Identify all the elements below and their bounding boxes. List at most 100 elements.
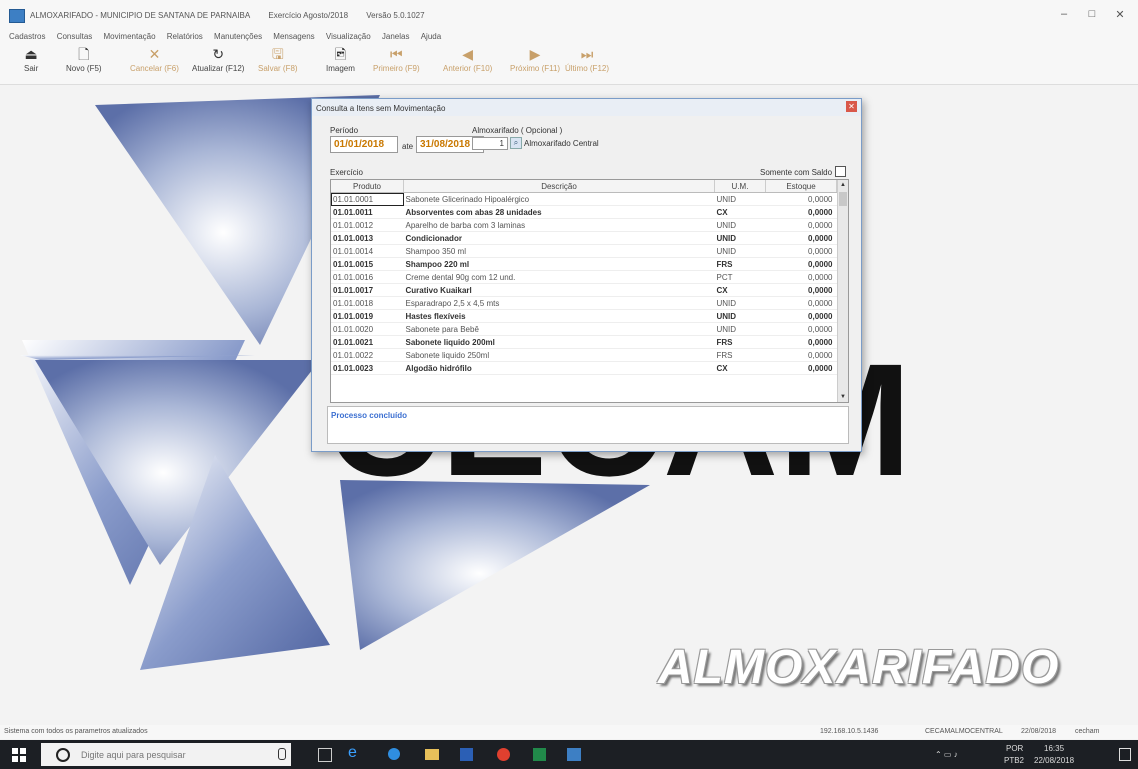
cell-estoque[interactable]: 0,0000	[765, 270, 837, 284]
menu-manutencoes[interactable]: Manutenções	[214, 32, 262, 41]
scroll-up-icon[interactable]: ▲	[838, 180, 848, 190]
cell-estoque[interactable]: 0,0000	[765, 322, 837, 336]
excel-icon[interactable]	[533, 748, 546, 761]
table-row[interactable]: 01.01.0016 Creme dental 90g com 12 und. PC…	[331, 270, 837, 284]
cell-descricao[interactable]: Sabonete liquido 200ml	[403, 335, 715, 349]
table-row[interactable]: 01.01.0013 Condicionador UNID 0,0000	[331, 231, 837, 245]
table-row[interactable]: 01.01.0001 Sabonete Glicerinado Hipoalérg…	[331, 192, 837, 206]
cell-um[interactable]: PCT	[714, 270, 766, 284]
keyboard-indicator[interactable]: PTB2	[1004, 756, 1024, 765]
grid-scrollbar[interactable]: ▲ ▼	[837, 180, 848, 402]
table-row[interactable]: 01.01.0020 Sabonete para Bebê UNID 0,0000	[331, 322, 837, 336]
menu-cadastros[interactable]: Cadastros	[9, 32, 45, 41]
cell-descricao[interactable]: Hastes flexíveis	[403, 309, 715, 323]
cell-descricao[interactable]: Absorventes com abas 28 unidades	[403, 205, 715, 219]
cell-produto[interactable]: 01.01.0011	[331, 205, 404, 219]
cell-descricao[interactable]: Creme dental 90g com 12 und.	[403, 270, 715, 284]
cell-estoque[interactable]: 0,0000	[765, 192, 837, 206]
language-indicator[interactable]: POR	[1006, 744, 1023, 753]
cell-estoque[interactable]: 0,0000	[765, 244, 837, 258]
notifications-icon[interactable]	[1119, 748, 1131, 761]
menu-relatorios[interactable]: Relatórios	[167, 32, 203, 41]
cell-produto[interactable]: 01.01.0023	[331, 361, 404, 375]
chrome-icon[interactable]	[497, 748, 510, 761]
cell-produto[interactable]: 01.01.0001	[331, 192, 404, 206]
cell-um[interactable]: UNID	[714, 218, 766, 232]
menu-ajuda[interactable]: Ajuda	[421, 32, 441, 41]
cell-descricao[interactable]: Sabonete para Bebê	[403, 322, 715, 336]
cell-estoque[interactable]: 0,0000	[765, 361, 837, 375]
cell-descricao[interactable]: Esparadrapo 2,5 x 4,5 mts	[403, 296, 715, 310]
word-icon[interactable]	[460, 748, 473, 761]
almoxarifado-app-icon[interactable]	[567, 748, 581, 761]
taskbar-search[interactable]: Digite aqui para pesquisar	[41, 743, 291, 766]
cell-estoque[interactable]: 0,0000	[765, 218, 837, 232]
table-row[interactable]: 01.01.0017 Curativo Kuaikarl CX 0,0000	[331, 283, 837, 297]
table-row[interactable]: 01.01.0021 Sabonete liquido 200ml FRS 0,000…	[331, 335, 837, 349]
edge-browser-icon[interactable]: e	[348, 744, 357, 762]
exit-button[interactable]: ⏏ Sair	[24, 46, 38, 73]
cell-estoque[interactable]: 0,0000	[765, 283, 837, 297]
cell-produto[interactable]: 01.01.0012	[331, 218, 404, 232]
cell-produto[interactable]: 01.01.0022	[331, 348, 404, 362]
save-button[interactable]: 🖫 Salvar (F8)	[258, 46, 298, 73]
cell-um[interactable]: UNID	[714, 296, 766, 310]
cell-estoque[interactable]: 0,0000	[765, 231, 837, 245]
cell-um[interactable]: FRS	[714, 335, 766, 349]
dialog-close-button[interactable]: ✕	[846, 101, 857, 112]
scroll-down-icon[interactable]: ▼	[838, 392, 848, 402]
cell-um[interactable]: UNID	[714, 309, 766, 323]
tray-icons[interactable]: ⌃ ▭ ♪	[935, 750, 958, 759]
clock-date[interactable]: 22/08/2018	[1034, 756, 1074, 765]
date-from-field[interactable]: 01/01/2018	[330, 136, 398, 153]
cell-descricao[interactable]: Sabonete liquido 250ml	[403, 348, 715, 362]
new-button[interactable]: 🗋 Novo (F5)	[66, 46, 102, 73]
maximize-button[interactable]: □	[1080, 8, 1104, 20]
cancel-button[interactable]: ✕ Cancelar (F6)	[130, 46, 179, 73]
cell-descricao[interactable]: Aparelho de barba com 3 laminas	[403, 218, 715, 232]
cell-um[interactable]: CX	[714, 283, 766, 297]
cell-descricao[interactable]: Curativo Kuaikarl	[403, 283, 715, 297]
cell-produto[interactable]: 01.01.0021	[331, 335, 404, 349]
clock-time[interactable]: 16:35	[1044, 744, 1064, 753]
first-record-button[interactable]: ⏮ Primeiro (F9)	[373, 46, 420, 73]
cell-um[interactable]: UNID	[714, 192, 766, 206]
cell-estoque[interactable]: 0,0000	[765, 335, 837, 349]
table-row[interactable]: 01.01.0018 Esparadrapo 2,5 x 4,5 mts UNID 0…	[331, 296, 837, 310]
table-row[interactable]: 01.01.0011 Absorventes com abas 28 unidad…	[331, 205, 837, 219]
cell-um[interactable]: FRS	[714, 257, 766, 271]
minimize-button[interactable]: –	[1052, 8, 1076, 20]
cell-um[interactable]: FRS	[714, 348, 766, 362]
warehouse-lookup-button[interactable]: ⌕	[510, 137, 522, 149]
menu-movimentacao[interactable]: Movimentação	[104, 32, 156, 41]
menu-consultas[interactable]: Consultas	[57, 32, 93, 41]
table-row[interactable]: 01.01.0022 Sabonete liquido 250ml FRS 0,000…	[331, 348, 837, 362]
only-balance-checkbox[interactable]	[835, 166, 846, 177]
cell-descricao[interactable]: Shampoo 350 ml	[403, 244, 715, 258]
cell-estoque[interactable]: 0,0000	[765, 348, 837, 362]
cell-produto[interactable]: 01.01.0018	[331, 296, 404, 310]
table-row[interactable]: 01.01.0015 Shampoo 220 ml FRS 0,0000	[331, 257, 837, 271]
cell-produto[interactable]: 01.01.0017	[331, 283, 404, 297]
col-estoque[interactable]: Estoque	[765, 180, 837, 193]
cell-descricao[interactable]: Condicionador	[403, 231, 715, 245]
close-window-button[interactable]: ✕	[1108, 8, 1132, 21]
last-record-button[interactable]: ⏭ Último (F12)	[565, 46, 609, 73]
previous-record-button[interactable]: ◀ Anterior (F10)	[443, 46, 492, 73]
cell-descricao[interactable]: Shampoo 220 ml	[403, 257, 715, 271]
next-record-button[interactable]: ▶ Próximo (F11)	[510, 46, 560, 73]
cell-estoque[interactable]: 0,0000	[765, 205, 837, 219]
cell-estoque[interactable]: 0,0000	[765, 309, 837, 323]
app-taskbar-icon[interactable]	[388, 748, 400, 760]
cell-um[interactable]: UNID	[714, 244, 766, 258]
scroll-thumb[interactable]	[839, 192, 847, 206]
table-row[interactable]: 01.01.0012 Aparelho de barba com 3 lamina…	[331, 218, 837, 232]
cell-produto[interactable]: 01.01.0020	[331, 322, 404, 336]
microphone-icon[interactable]	[278, 748, 286, 760]
cell-produto[interactable]: 01.01.0019	[331, 309, 404, 323]
cell-um[interactable]: CX	[714, 205, 766, 219]
cell-um[interactable]: CX	[714, 361, 766, 375]
table-row[interactable]: 01.01.0023 Algodão hidrófilo CX 0,0000	[331, 361, 837, 375]
cell-um[interactable]: UNID	[714, 231, 766, 245]
menu-mensagens[interactable]: Mensagens	[273, 32, 314, 41]
